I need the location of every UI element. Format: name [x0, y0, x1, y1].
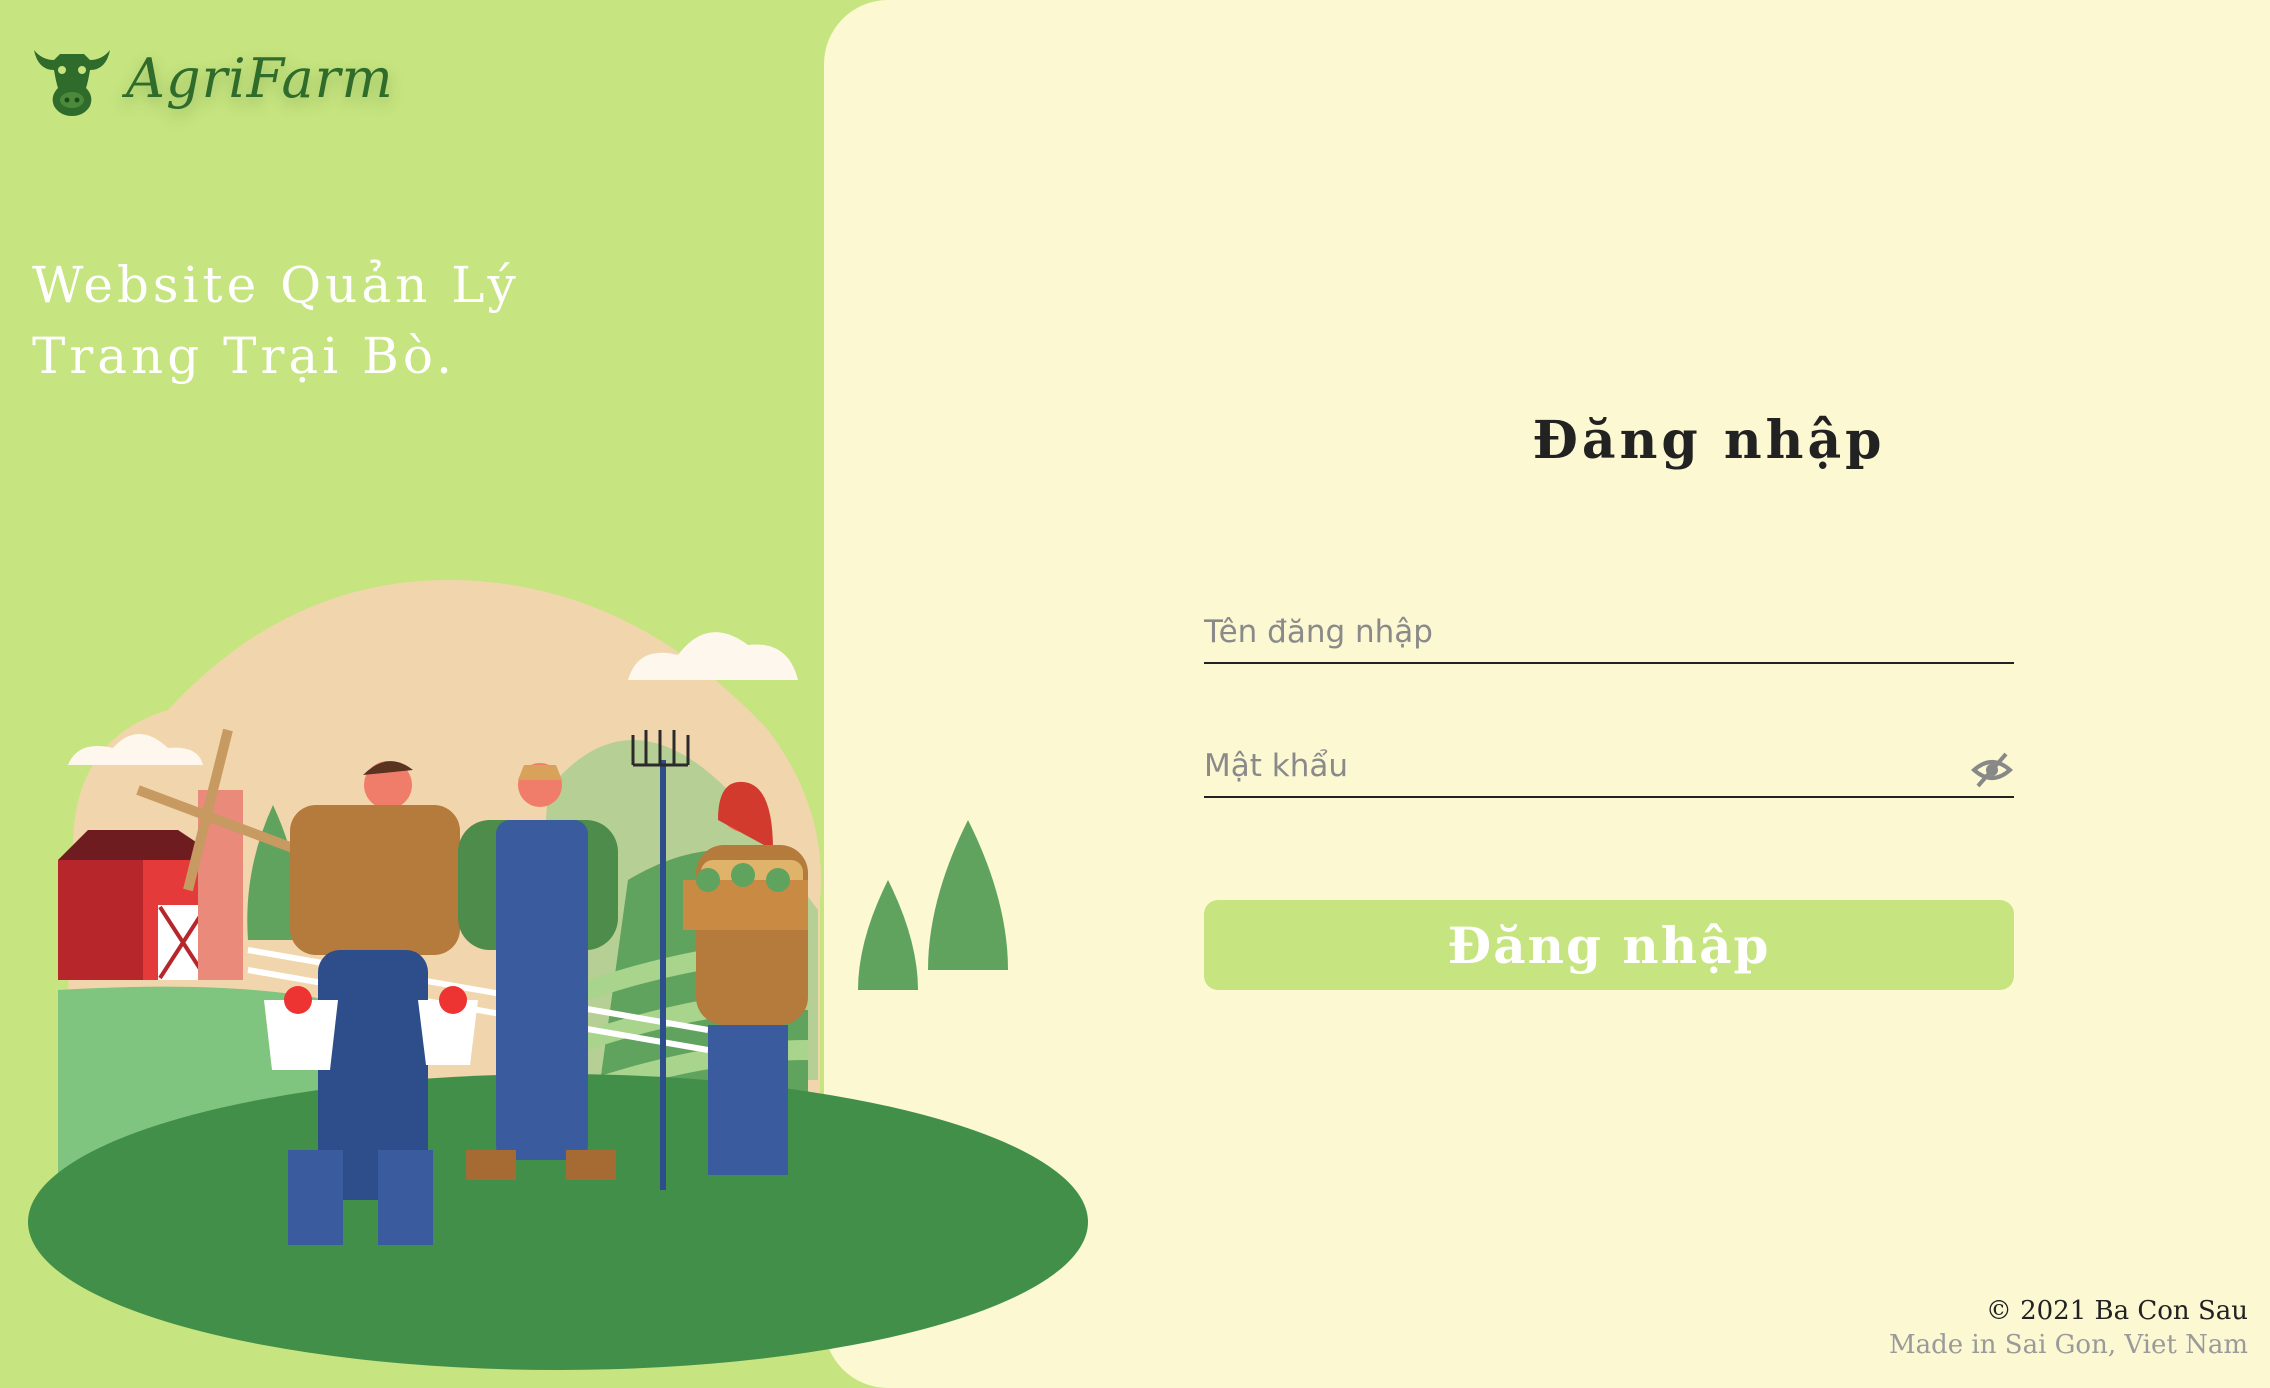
login-button[interactable]: Đăng nhập: [1204, 900, 2014, 990]
farm-illustration: [28, 580, 1088, 1370]
password-field: [1204, 748, 2014, 798]
barn: [58, 860, 143, 980]
login-title: Đăng nhập: [1532, 410, 1886, 471]
tagline: Website Quản Lý Trang Trại Bò.: [32, 256, 520, 385]
cow-head-icon: [34, 50, 110, 116]
brand-name: AgriFarm: [126, 46, 394, 110]
tree: [928, 820, 1008, 970]
brand-logo[interactable]: AgriFarm: [30, 36, 394, 120]
eye-off-icon[interactable]: [1970, 748, 2014, 792]
tree: [858, 880, 918, 990]
copyright-text: © 2021 Ba Con Sau: [1985, 1296, 2248, 1326]
password-input[interactable]: [1204, 748, 2014, 792]
username-field: [1204, 614, 2014, 664]
username-input[interactable]: [1204, 614, 2014, 658]
footer: © 2021 Ba Con Sau Made in Sai Gon, Viet …: [1889, 1296, 2248, 1360]
made-in-text: Made in Sai Gon, Viet Nam: [1889, 1330, 2248, 1360]
